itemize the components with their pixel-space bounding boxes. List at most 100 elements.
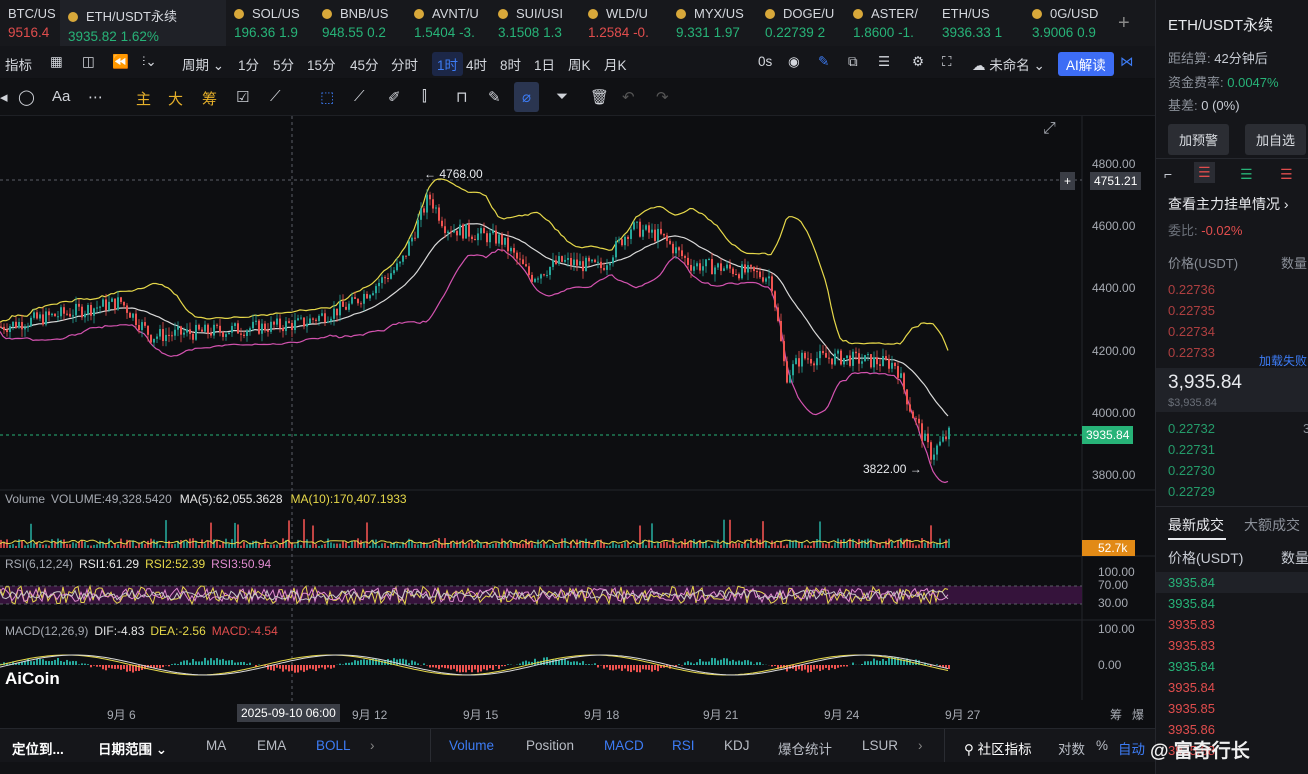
more-icon[interactable]: ⋯ <box>88 88 103 106</box>
popout-icon[interactable]: ⧉ <box>848 54 858 70</box>
indicator-toggle-7[interactable]: KDJ <box>724 738 750 753</box>
bid-row[interactable]: 0.22729 <box>1168 484 1215 499</box>
auto-scale-toggle[interactable]: 自动 <box>1118 738 1145 758</box>
interval-4[interactable]: 分时 <box>391 54 418 74</box>
symbol-tab[interactable]: BTC/US 9516.4 <box>0 0 60 46</box>
share-icon[interactable]: ⋈ <box>1120 54 1134 70</box>
layout-name-dropdown[interactable]: ☁ 未命名 ⌄ <box>972 54 1045 74</box>
indicator-toggle-6[interactable]: RSI <box>672 738 695 753</box>
orderbook-buy-icon[interactable]: ☰ <box>1240 166 1253 183</box>
camera-icon[interactable]: ◉ <box>788 54 800 70</box>
note-icon[interactable]: ✎ <box>488 88 501 106</box>
pen-icon[interactable]: ✎ <box>818 54 829 70</box>
expand-icon[interactable]: ⤢ <box>1043 120 1056 138</box>
fullscreen-icon[interactable]: ⛶ <box>942 54 951 70</box>
indicator-toggle-0[interactable]: MA <box>206 738 226 753</box>
symbol-tab[interactable]: 0G/USD 3.9006 0.9 <box>1024 0 1112 46</box>
log-scale-toggle[interactable]: 对数 <box>1058 738 1085 758</box>
redo-icon[interactable]: ↷ <box>656 88 669 106</box>
interval-5[interactable]: 1时 <box>432 52 464 76</box>
chip-button[interactable]: 筹 <box>202 88 217 109</box>
orderbook-list-icon[interactable]: ☰ <box>1280 166 1293 183</box>
arrow-icon[interactable]: ◂ <box>0 88 8 106</box>
layout-icon[interactable]: ◫ <box>82 54 95 70</box>
indicator-toggle-3[interactable]: Volume <box>449 738 494 753</box>
add-tab-icon[interactable]: + <box>1118 12 1130 35</box>
percent-toggle[interactable]: % <box>1096 738 1108 753</box>
circle-icon[interactable]: ◯ <box>18 88 35 106</box>
community-indicator-button[interactable]: ⚲ 社区指标 <box>964 738 1032 758</box>
filter-icon[interactable]: ⏷ <box>556 88 568 105</box>
lock-icon[interactable]: ⊓ <box>456 88 468 106</box>
template-icon[interactable]: ☰ <box>878 54 890 70</box>
add-watchlist-button[interactable]: 加自选 <box>1245 124 1307 155</box>
symbol-tab[interactable]: MYX/US 9.331 1.97 <box>668 0 757 46</box>
symbol-tab[interactable]: ETH/USDT永续 3935.82 1.62% <box>60 0 226 46</box>
candle-tool-icon[interactable]: ⫿ <box>422 88 427 105</box>
tab-latest-trades[interactable]: 最新成交 <box>1168 515 1224 535</box>
orderbook-both-icon[interactable]: ⌐ <box>1164 166 1172 182</box>
add-line-icon[interactable]: + <box>1060 172 1076 190</box>
ask-row[interactable]: 0.22733 <box>1168 345 1215 360</box>
tab-big-trades[interactable]: 大额成交 <box>1244 515 1300 535</box>
indicator-toggle-4[interactable]: Position <box>526 738 574 753</box>
interval-2[interactable]: 15分 <box>307 54 336 74</box>
indicator-button[interactable]: 指标 <box>5 54 32 74</box>
interval-3[interactable]: 45分 <box>350 54 379 74</box>
ask-row[interactable]: 0.22734 <box>1168 324 1215 339</box>
indicator-toggle-5[interactable]: MACD <box>604 738 644 753</box>
bid-row[interactable]: 0.22732 <box>1168 421 1215 436</box>
big-order-button[interactable]: 大 <box>168 88 183 109</box>
undo-icon[interactable]: ↶ <box>622 88 635 106</box>
axis-corner-chip[interactable]: 筹 <box>1110 706 1122 723</box>
bid-row[interactable]: 0.22731 <box>1168 442 1215 457</box>
interval-9[interactable]: 周K <box>568 54 591 74</box>
date-range-dropdown[interactable]: 日期范围 ⌄ <box>98 738 167 758</box>
main-force-button[interactable]: 主 <box>136 88 151 109</box>
trades-price-header: 价格(USDT) <box>1168 550 1244 566</box>
trash-icon[interactable]: 🗑 <box>590 88 609 106</box>
interval-10[interactable]: 月K <box>604 54 627 74</box>
interval-7[interactable]: 8时 <box>500 54 521 74</box>
symbol-tab[interactable]: AVNT/U 1.5404 -3. <box>406 0 490 46</box>
symbol-tab[interactable]: DOGE/U 0.22739 2 <box>757 0 845 46</box>
bid-row[interactable]: 0.22730 <box>1168 463 1215 478</box>
indicator-toggle-2[interactable]: BOLL <box>316 738 351 753</box>
ai-interpret-button[interactable]: AI解读 <box>1058 52 1114 76</box>
ruler-icon[interactable]: ⟋ <box>354 88 365 105</box>
symbol-tab[interactable]: SOL/US 196.36 1.9 <box>226 0 314 46</box>
select-tool-icon[interactable]: ⬚ <box>320 88 334 106</box>
calendar-icon[interactable]: ▦ <box>50 54 63 70</box>
symbol-tab[interactable]: WLD/U 1.2584 -0. <box>580 0 668 46</box>
ask-row[interactable]: 0.22735 <box>1168 303 1215 318</box>
interval-8[interactable]: 1日 <box>534 54 555 74</box>
orderbook-sell-icon[interactable]: ☰ <box>1194 162 1215 183</box>
chevron-right-icon[interactable]: › <box>918 738 923 753</box>
symbol-tab[interactable]: ASTER/1.8600 -1. <box>845 0 934 46</box>
ask-row[interactable]: 0.22736 <box>1168 282 1215 297</box>
brush-icon[interactable]: ✐ <box>388 88 401 106</box>
rewind-icon[interactable]: ⏪ <box>112 54 129 70</box>
settings-icon[interactable]: ⚙ <box>912 54 924 70</box>
candle-type-icon[interactable]: ⫶⌄ <box>142 54 157 70</box>
locate-button[interactable]: 定位到... <box>12 738 64 758</box>
depth-link[interactable]: 查看主力挂单情况 › <box>1168 194 1289 214</box>
text-tool-icon[interactable]: Aa <box>52 88 70 105</box>
chart-area[interactable]: 4800.00 4600.00 4400.00 4200.00 4000.00 3800.… <box>0 116 1155 728</box>
magnet-icon[interactable]: ⌀ <box>514 82 540 112</box>
symbol-tab[interactable]: ETH/US 3936.33 1 <box>934 0 1024 46</box>
interval-6[interactable]: 4时 <box>466 54 487 74</box>
indicator-toggle-1[interactable]: EMA <box>257 738 286 753</box>
indicator-toggle-9[interactable]: LSUR <box>862 738 898 753</box>
strike-icon[interactable]: ⟋ <box>270 88 281 105</box>
add-alert-button[interactable]: 加预警 <box>1168 124 1230 155</box>
period-dropdown[interactable]: 周期 ⌄ <box>182 54 224 74</box>
chevron-right-icon[interactable]: › <box>370 738 375 753</box>
checkbox-icon[interactable]: ☑ <box>236 88 249 106</box>
indicator-toggle-8[interactable]: 爆仓统计 <box>778 738 832 758</box>
symbol-tab[interactable]: SUI/USI 3.1508 1.3 <box>490 0 580 46</box>
interval-1[interactable]: 5分 <box>273 54 294 74</box>
axis-corner-liq[interactable]: 爆 <box>1132 706 1144 723</box>
interval-0[interactable]: 1分 <box>238 54 259 74</box>
symbol-tab[interactable]: BNB/US 948.55 0.2 <box>314 0 406 46</box>
